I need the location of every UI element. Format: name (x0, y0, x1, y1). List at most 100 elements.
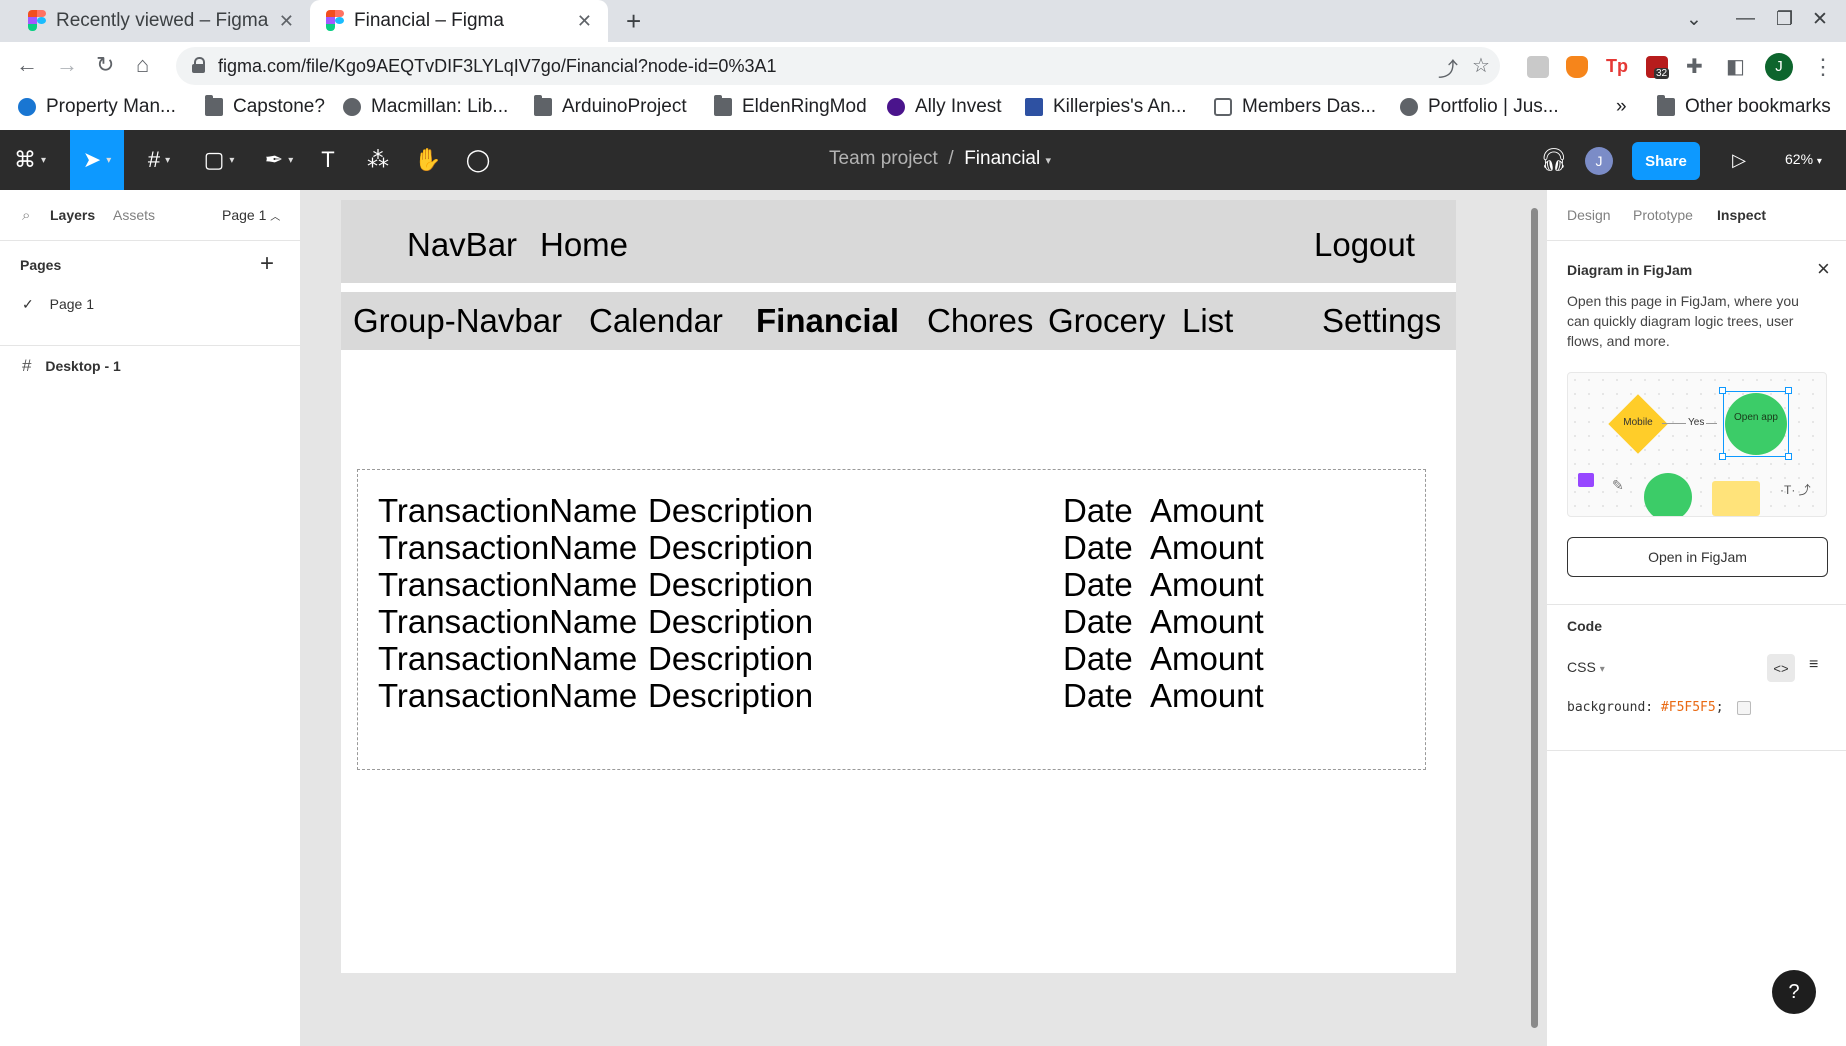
home-icon[interactable]: ⌂ (136, 52, 149, 78)
other-bookmarks-folder[interactable]: Other bookmarks (1657, 95, 1831, 118)
minimize-icon[interactable]: — (1736, 8, 1755, 30)
canvas-scrollbar[interactable] (1531, 208, 1538, 1028)
move-tool-button[interactable]: ➤ ▾ (70, 130, 124, 190)
bookmark-item[interactable]: Killerpies's An... (1025, 96, 1187, 118)
tab-design[interactable]: Design (1567, 207, 1611, 223)
transaction-description-cell[interactable]: Description (648, 529, 813, 567)
extensions-puzzle-icon[interactable]: ✚ (1686, 54, 1703, 79)
transaction-date-cell[interactable]: Date (1063, 640, 1133, 678)
transaction-name-cell[interactable]: TransactionName (378, 677, 637, 715)
transaction-description-cell[interactable]: Description (648, 566, 813, 604)
layer-item-desktop[interactable]: # Desktop - 1 (22, 356, 121, 376)
audio-headphones-button[interactable]: 🎧︎ (1536, 130, 1572, 190)
transaction-date-cell[interactable]: Date (1063, 529, 1133, 567)
transaction-date-cell[interactable]: Date (1063, 603, 1133, 641)
tp-extension-icon[interactable]: Tp (1606, 56, 1628, 78)
code-brackets-icon[interactable]: <> (1767, 654, 1795, 682)
extension-icon[interactable] (1527, 56, 1549, 78)
transaction-date-cell[interactable]: Date (1063, 566, 1133, 604)
text-tool-button[interactable]: T (310, 130, 346, 190)
bookmark-folder[interactable]: ArduinoProject (534, 95, 687, 118)
close-tab-icon[interactable]: ✕ (577, 11, 592, 32)
red-extension-icon[interactable]: 32 (1646, 56, 1670, 79)
transaction-name-cell[interactable]: TransactionName (378, 566, 637, 604)
bookmark-item[interactable]: Members Das... (1214, 96, 1376, 118)
bookmark-item[interactable]: Property Man... (18, 96, 176, 118)
reload-icon[interactable]: ↻ (96, 52, 114, 78)
resources-tool-button[interactable]: ⁂ (360, 130, 396, 190)
navbar-logout[interactable]: Logout (1314, 226, 1415, 264)
css-property-line[interactable]: background: #F5F5F5; (1567, 700, 1752, 715)
tab-search-chevron-icon[interactable]: ⌄ (1686, 8, 1702, 31)
transaction-amount-cell[interactable]: Amount (1150, 677, 1264, 715)
tab-inspect[interactable]: Inspect (1717, 207, 1766, 223)
bookmarks-overflow-button[interactable]: » (1616, 96, 1627, 118)
share-page-icon[interactable]: ⤴ (1438, 53, 1458, 82)
transaction-name-cell[interactable]: TransactionName (378, 529, 637, 567)
restore-icon[interactable]: ❐ (1776, 8, 1793, 31)
help-button[interactable]: ? (1772, 970, 1816, 1014)
url-text[interactable]: figma.com/file/Kgo9AEQTvDIF3LYLqIV7go/Fi… (218, 56, 776, 77)
metamask-fox-icon[interactable] (1566, 56, 1588, 78)
bookmark-folder[interactable]: EldenRingMod (714, 95, 867, 118)
team-name[interactable]: Team project (829, 148, 938, 169)
navbar-home[interactable]: Home (540, 226, 628, 264)
bookmark-folder[interactable]: Capstone? (205, 95, 325, 118)
group-nav-list[interactable]: List (1182, 302, 1233, 340)
transaction-description-cell[interactable]: Description (648, 492, 813, 530)
transaction-amount-cell[interactable]: Amount (1150, 566, 1264, 604)
bookmark-item[interactable]: Portfolio | Jus... (1400, 96, 1559, 118)
lock-icon[interactable] (192, 57, 205, 73)
transaction-date-cell[interactable]: Date (1063, 492, 1133, 530)
user-avatar[interactable]: J (1585, 147, 1613, 175)
transaction-description-cell[interactable]: Description (648, 603, 813, 641)
transactions-container[interactable]: TransactionName Description Date Amount Tran… (357, 469, 1426, 770)
frame-tool-button[interactable]: # ▾ (134, 130, 184, 190)
open-in-figjam-button[interactable]: Open in FigJam (1567, 537, 1828, 577)
forward-arrow-icon[interactable]: → (56, 52, 78, 78)
group-nav-financial[interactable]: Financial (756, 302, 899, 340)
close-icon[interactable]: × (1817, 256, 1830, 282)
group-nav-chores[interactable]: Chores (927, 302, 1033, 340)
comment-tool-button[interactable]: ◯ (460, 130, 496, 190)
present-button[interactable]: ▷ (1724, 130, 1754, 190)
page-list-item[interactable]: ✓ Page 1 (22, 296, 94, 313)
chrome-menu-icon[interactable]: ⋮ (1812, 54, 1834, 80)
chrome-profile-avatar[interactable]: J (1765, 53, 1793, 81)
design-navbar[interactable]: NavBar Home Logout (341, 200, 1456, 283)
zoom-dropdown[interactable]: 62% ▾ (1785, 151, 1822, 167)
transaction-amount-cell[interactable]: Amount (1150, 529, 1264, 567)
bookmark-item[interactable]: Macmillan: Lib... (343, 96, 508, 118)
group-nav-settings[interactable]: Settings (1322, 302, 1441, 340)
group-nav-calendar[interactable]: Calendar (589, 302, 723, 340)
new-tab-plus-icon[interactable]: + (626, 6, 641, 37)
transaction-amount-cell[interactable]: Amount (1150, 640, 1264, 678)
transaction-amount-cell[interactable]: Amount (1150, 492, 1264, 530)
transaction-description-cell[interactable]: Description (648, 677, 813, 715)
file-name[interactable]: Financial (964, 148, 1040, 169)
tab-layers[interactable]: Layers (50, 207, 95, 223)
design-group-navbar[interactable]: Group-Navbar Calendar Financial Chores G… (341, 292, 1456, 350)
browser-tab-financial[interactable]: Financial – Figma ✕ (310, 0, 608, 42)
close-tab-icon[interactable]: ✕ (279, 11, 294, 32)
bookmark-star-icon[interactable]: ☆ (1472, 53, 1490, 78)
back-arrow-icon[interactable]: ← (16, 52, 38, 78)
page-selector[interactable]: Page 1 ︿ (222, 207, 280, 223)
hand-tool-button[interactable]: ✋ (410, 130, 446, 190)
add-page-plus-icon[interactable]: + (260, 250, 274, 278)
bookmark-item[interactable]: Ally Invest (887, 96, 1002, 118)
browser-tab-recently-viewed[interactable]: Recently viewed – Figma ✕ (14, 0, 310, 42)
main-menu-button[interactable]: ⌘ ▾ (0, 130, 60, 190)
group-nav-grocery[interactable]: Grocery (1048, 302, 1165, 340)
tab-assets[interactable]: Assets (113, 207, 155, 223)
side-panel-icon[interactable]: ◧ (1726, 54, 1745, 79)
close-window-icon[interactable]: ✕ (1812, 8, 1828, 31)
transaction-name-cell[interactable]: TransactionName (378, 492, 637, 530)
search-icon[interactable]: ⌕ (22, 207, 30, 224)
file-breadcrumb[interactable]: Team project / Financial ▾ (829, 148, 1051, 170)
tab-prototype[interactable]: Prototype (1633, 207, 1693, 223)
shape-tool-button[interactable]: ▢ ▾ (194, 130, 244, 190)
list-lines-icon[interactable]: ≡ (1809, 656, 1818, 674)
transaction-name-cell[interactable]: TransactionName (378, 640, 637, 678)
omnibox[interactable]: figma.com/file/Kgo9AEQTvDIF3LYLqIV7go/Fi… (176, 47, 1500, 85)
